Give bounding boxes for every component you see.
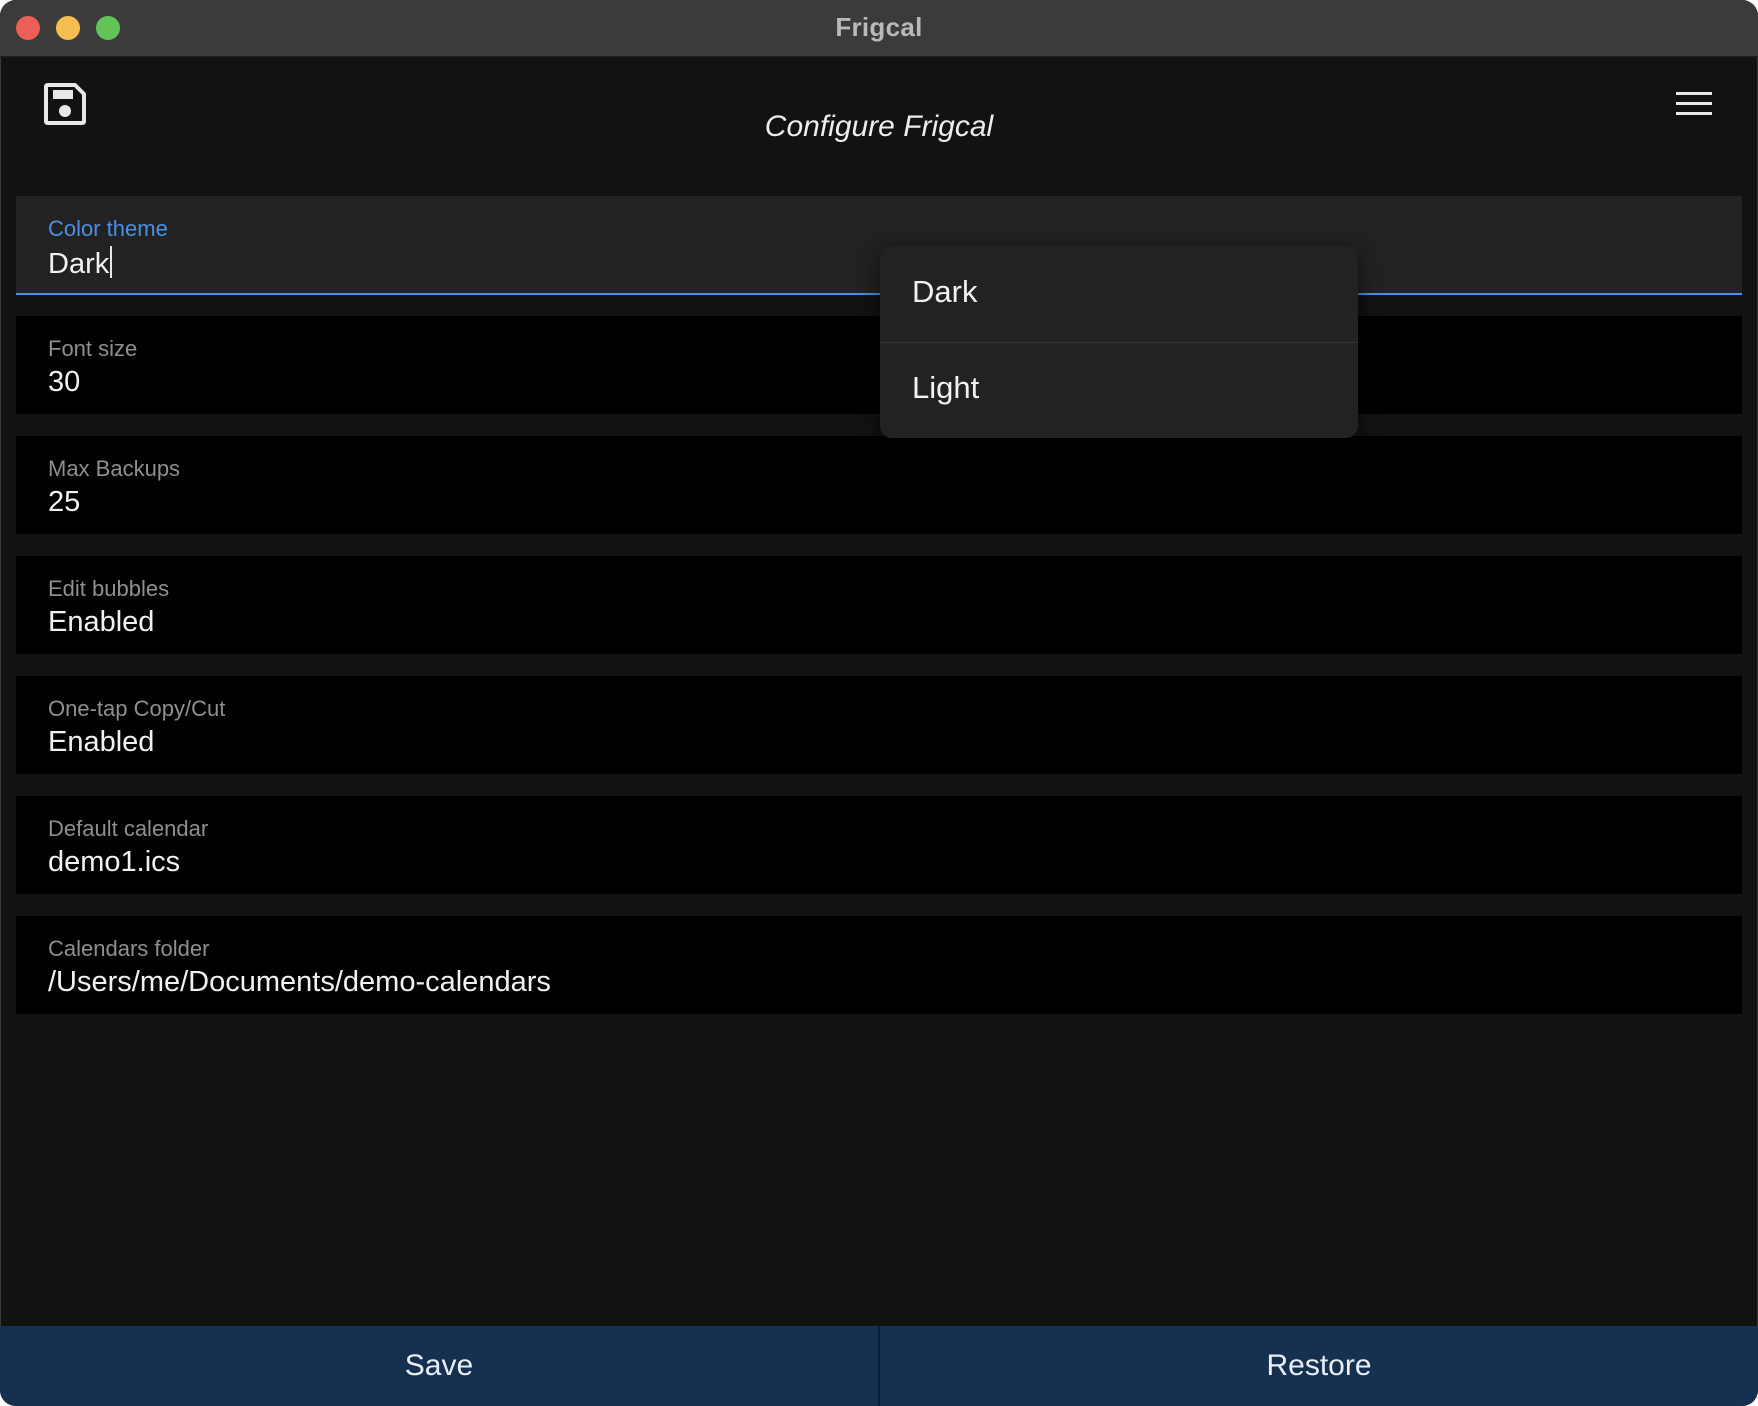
field-value[interactable]: demo1.ics (48, 846, 180, 879)
hamburger-menu-icon[interactable] (1672, 88, 1716, 120)
field-value[interactable]: Enabled (48, 606, 154, 639)
restore-button[interactable]: Restore (880, 1326, 1758, 1406)
app-window: Frigcal Configure Frigcal Color theme Da… (0, 0, 1758, 1406)
dropdown-option-dark[interactable]: Dark (880, 246, 1358, 343)
field-label: Color theme (48, 216, 168, 241)
edit-bubbles-field[interactable]: Edit bubbles Enabled (16, 556, 1742, 654)
dropdown-option-label: Dark (912, 274, 978, 309)
field-label: One-tap Copy/Cut (48, 696, 226, 721)
field-label: Default calendar (48, 816, 209, 841)
max-backups-field[interactable]: Max Backups 25 (16, 436, 1742, 534)
text-cursor (110, 246, 113, 278)
color-theme-value: Dark (48, 248, 110, 280)
dropdown-option-label: Light (912, 370, 980, 405)
font-size-field[interactable]: Font size 30 (16, 316, 1742, 414)
color-theme-field[interactable]: Color theme Dark (16, 196, 1742, 295)
save-button[interactable]: Save (0, 1326, 878, 1406)
title-bar: Frigcal (0, 0, 1758, 57)
field-label: Max Backups (48, 456, 181, 481)
field-value[interactable]: 25 (48, 486, 80, 519)
window-title: Frigcal (835, 12, 923, 42)
field-value[interactable]: Dark (48, 246, 113, 281)
page-title: Configure Frigcal (764, 110, 994, 143)
field-value[interactable]: 30 (48, 366, 80, 399)
field-value[interactable]: /Users/me/Documents/demo-calendars (48, 966, 551, 999)
one-tap-copy-cut-field[interactable]: One-tap Copy/Cut Enabled (16, 676, 1742, 774)
bottom-button-bar: Save Restore (0, 1326, 1758, 1406)
color-theme-dropdown: Dark Light (880, 246, 1358, 438)
field-label: Font size (48, 336, 138, 361)
field-label: Edit bubbles (48, 576, 170, 601)
field-value[interactable]: Enabled (48, 726, 154, 759)
dropdown-option-light[interactable]: Light (880, 342, 1358, 438)
default-calendar-field[interactable]: Default calendar demo1.ics (16, 796, 1742, 894)
calendars-folder-field[interactable]: Calendars folder /Users/me/Documents/dem… (16, 916, 1742, 1014)
field-label: Calendars folder (48, 936, 210, 961)
